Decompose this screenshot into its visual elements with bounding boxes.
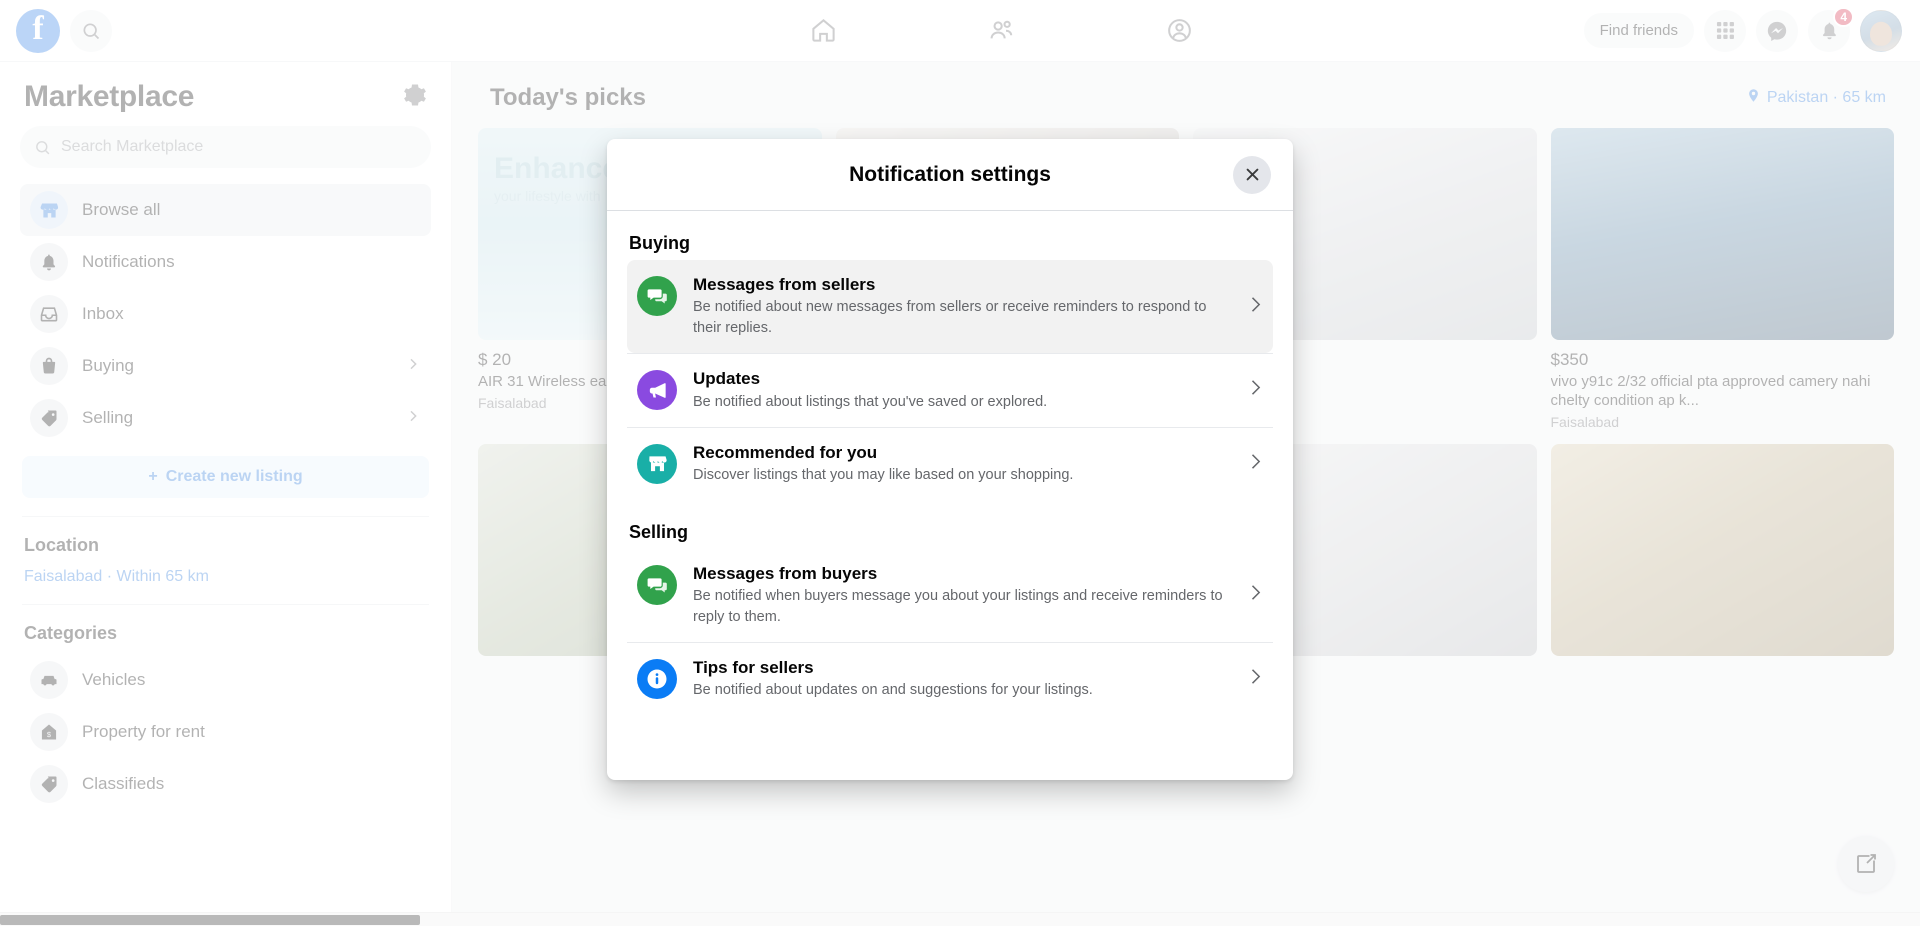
setting-row-text: Messages from sellers Be notified about … [693,274,1261,339]
chevron-right-icon [1245,451,1265,476]
setting-row-messages-from-buyers[interactable]: Messages from buyers Be notified when bu… [627,549,1273,642]
setting-description: Be notified about listings that you've s… [693,393,1048,410]
setting-description: Be notified about new messages from sell… [693,299,1207,337]
setting-description: Be notified when buyers message you abou… [693,588,1223,626]
setting-row-updates[interactable]: Updates Be notified about listings that … [627,353,1273,426]
storefront-icon [637,443,677,484]
setting-title: Tips for sellers [693,658,814,678]
group-heading-buying: Buying [629,233,690,253]
dialog-title: Notification settings [849,162,1051,186]
megaphone-icon [637,370,677,411]
chevron-right-icon [1245,378,1265,403]
setting-row-text: Messages from buyers Be notified when bu… [693,563,1261,628]
setting-row-text: Tips for sellers Be notified about updat… [693,657,1261,701]
chevron-right-icon [1245,583,1265,608]
close-icon[interactable] [1233,155,1271,194]
dialog-body: Buying Messages from sellers Be notified… [607,211,1293,780]
setting-title: Messages from buyers [693,563,878,583]
chevron-right-icon [1245,294,1265,319]
setting-row-text: Updates Be notified about listings that … [693,368,1261,412]
dialog-header: Notification settings [607,139,1293,211]
setting-title: Messages from sellers [693,275,876,294]
setting-row-messages-from-sellers[interactable]: Messages from sellers Be notified about … [627,260,1273,354]
setting-description: Be notified about updates on and suggest… [693,682,1093,699]
group-heading-selling: Selling [629,521,689,542]
setting-description: Discover listings that you may like base… [693,466,1074,483]
notification-settings-dialog: Notification settings Buying Messages fr… [607,139,1293,780]
chevron-right-icon [1245,667,1265,692]
setting-row-text: Recommended for you Discover listings th… [693,442,1261,486]
chat-bubble-icon [637,276,677,316]
info-icon [637,659,677,700]
setting-row-tips-for-sellers[interactable]: Tips for sellers Be notified about updat… [627,642,1273,715]
chat-bubble-icon [637,564,677,605]
setting-title: Recommended for you [693,442,878,462]
setting-title: Updates [693,369,761,389]
setting-row-recommended-for-you[interactable]: Recommended for you Discover listings th… [627,426,1273,500]
